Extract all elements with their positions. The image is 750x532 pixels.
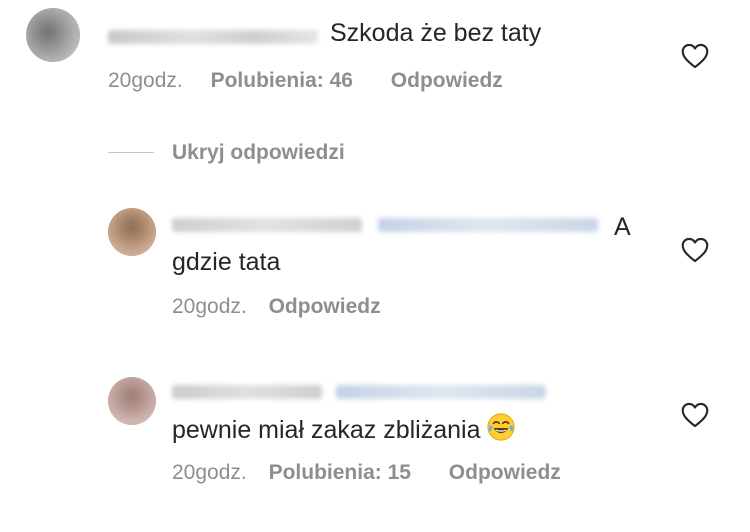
- reply-button[interactable]: Odpowiedz: [269, 295, 381, 318]
- reply-likes-count[interactable]: Polubienia: 15: [269, 461, 411, 484]
- mention-redacted[interactable]: [378, 218, 598, 232]
- username-redacted[interactable]: [108, 30, 318, 44]
- comment-time: 20godz.: [108, 69, 183, 92]
- avatar[interactable]: [108, 208, 156, 256]
- face-with-tears-of-joy-emoji: [487, 413, 516, 441]
- hide-replies-button[interactable]: Ukryj odpowiedzi: [172, 141, 345, 165]
- reply-text-content: pewnie miał zakaz zbliżania: [172, 416, 481, 444]
- avatar[interactable]: [108, 377, 156, 425]
- reply-meta: 20godz. Polubienia: 15 Odpowiedz: [172, 461, 561, 485]
- mention-redacted[interactable]: [336, 385, 546, 399]
- reply-time: 20godz.: [172, 295, 247, 318]
- reply-text-line2: gdzie tata: [172, 248, 281, 276]
- comment-text: Szkoda że bez taty: [330, 19, 542, 47]
- heart-outline-icon[interactable]: [681, 402, 709, 428]
- reply-button[interactable]: Odpowiedz: [391, 69, 503, 92]
- comment-meta: 20godz. Polubienia: 46 Odpowiedz: [108, 69, 503, 93]
- avatar[interactable]: [26, 8, 80, 62]
- reply-text-line1: A: [614, 213, 631, 241]
- comment-likes-count[interactable]: Polubienia: 46: [211, 69, 353, 92]
- username-redacted[interactable]: [172, 385, 322, 399]
- reply-meta: 20godz. Odpowiedz: [172, 295, 381, 319]
- reply-button[interactable]: Odpowiedz: [449, 461, 561, 484]
- reply-time: 20godz.: [172, 461, 247, 484]
- heart-outline-icon[interactable]: [681, 237, 709, 263]
- heart-outline-icon[interactable]: [681, 43, 709, 69]
- reply-text: pewnie miał zakaz zbliżania: [172, 412, 516, 445]
- replies-divider: [108, 152, 154, 153]
- username-redacted[interactable]: [172, 218, 362, 232]
